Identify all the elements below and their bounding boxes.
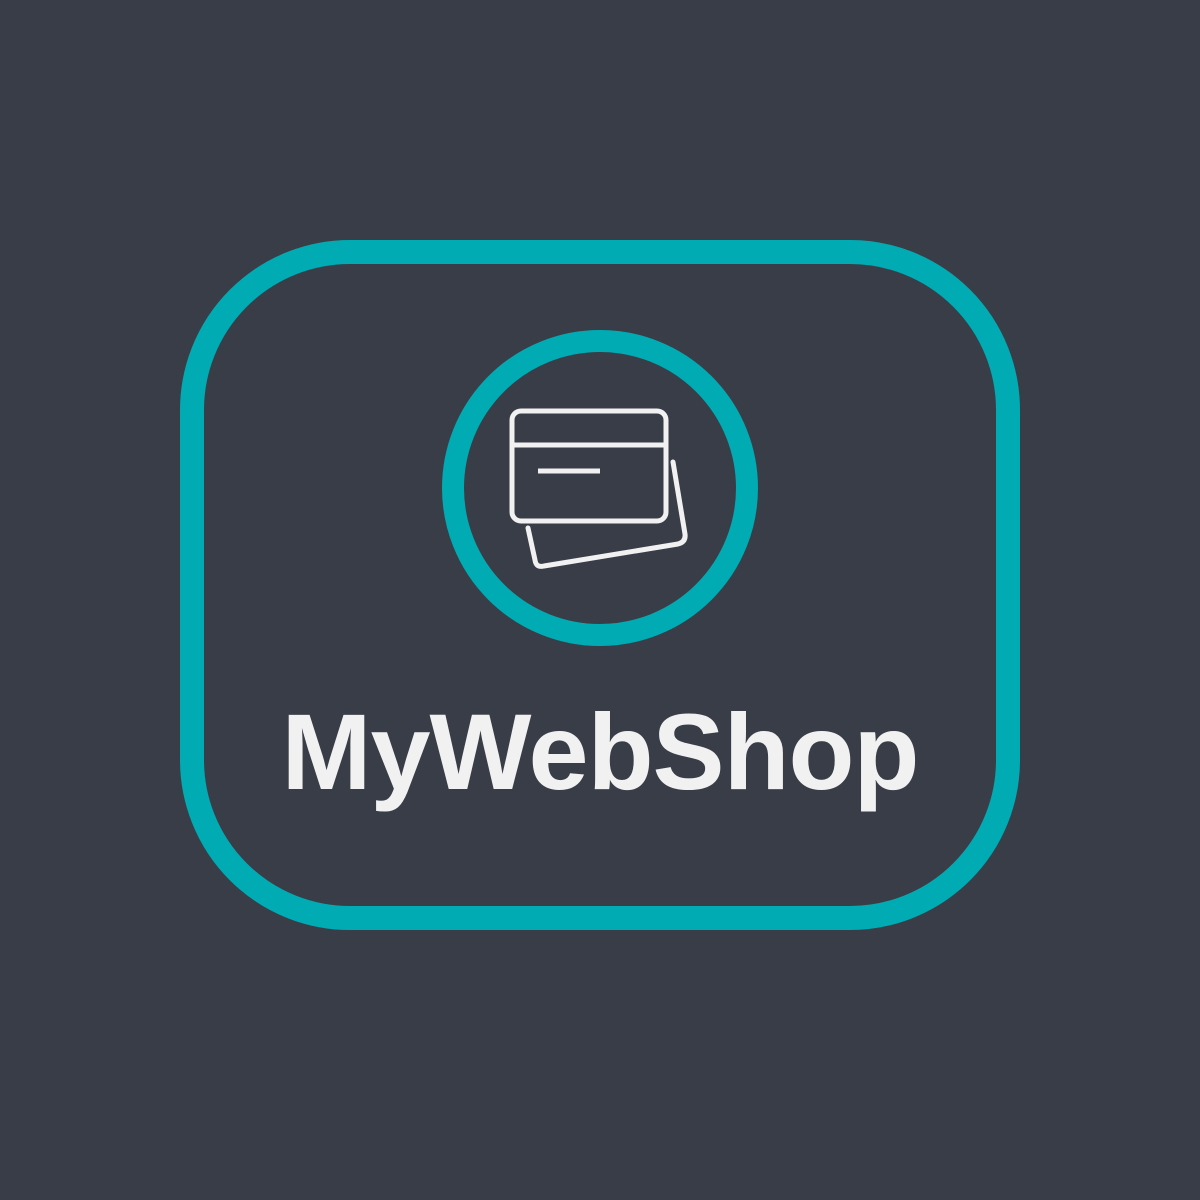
brand-name: MyWebShop: [281, 691, 920, 812]
credit-card-icon: [509, 408, 688, 569]
logo-canvas: MyWebShop: [0, 0, 1200, 1200]
front-card: [509, 408, 669, 524]
